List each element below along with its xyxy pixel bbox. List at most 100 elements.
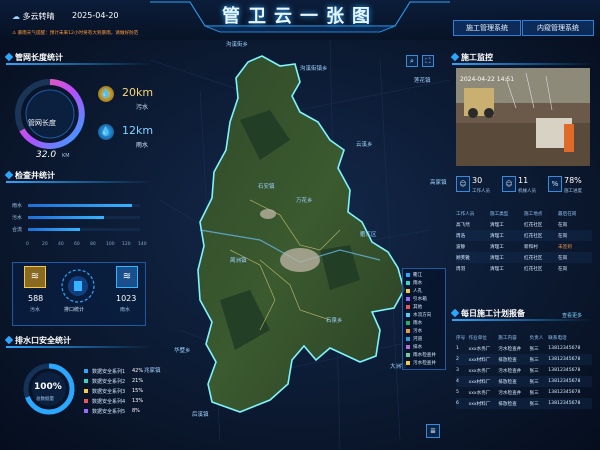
safety-item-pct: 21% (132, 378, 144, 384)
construction-monitor-title: 施工监控 (450, 52, 592, 65)
table-row[interactable]: 3 xxx水务厂 污水检查井 张三 13812345678 (456, 365, 592, 376)
table-row[interactable]: 波静 清理工 新和村 未签到 (456, 241, 592, 252)
percent-icon: % (548, 176, 562, 192)
table-cell: 张三 (529, 401, 539, 407)
weather-alert: ⚠ 暴雨天气提醒：预计未来12小时将有大到暴雨，请做好防范 (12, 31, 139, 36)
layers-icon[interactable]: ≣ (426, 424, 440, 438)
table-cell: 周浩 (456, 233, 466, 239)
fullscreen-icon[interactable]: ⛶ (422, 55, 434, 67)
view-more-link[interactable]: 查看更多 (562, 312, 582, 319)
safety-item-pct: 42% (132, 368, 144, 374)
axis-tick-label: 40 (58, 242, 64, 247)
safety-item-name: 数据安全系列1 (92, 369, 126, 375)
construction-stat-label: 工作人员 (472, 189, 490, 194)
legend-item-label: 水流方向 (413, 313, 432, 318)
plan-table-header: 作业单位 (468, 335, 487, 341)
legend-swatch (84, 379, 88, 383)
table-cell: 张三 (529, 390, 539, 396)
table-cell: 在岗 (558, 255, 568, 261)
legend-item-label: 排水 (413, 345, 423, 350)
legend-swatch (406, 321, 410, 325)
axis-tick-label: 120 (122, 242, 131, 247)
plan-table-header: 负责人 (529, 335, 544, 341)
construction-stat-value: 11 (518, 176, 529, 185)
legend-swatch (406, 273, 410, 277)
table-row[interactable]: 顾芙雅 清理工 红花社区 在岗 (456, 252, 592, 263)
table-cell: 张三 (529, 379, 539, 385)
date-text: 2025-04-20 (72, 11, 119, 20)
axis-tick-label: 140 (138, 242, 147, 247)
table-cell: 张三 (529, 357, 539, 363)
table-cell: xxx材料厂 (468, 401, 491, 407)
gauge-unit: KM (62, 153, 70, 159)
title-marker-icon (4, 335, 14, 345)
table-cell: xxx材料厂 (468, 379, 491, 385)
daily-plan-table: 序号 作业单位 施工内容 负责人 联系电话 1 xxx水务厂 污水检查井 张三 13812345… (456, 332, 592, 409)
weather-text: ☁ 多云转晴 (12, 11, 55, 22)
table-row[interactable]: 周浩 清理工 红花社区 在岗 (456, 230, 592, 241)
legend-item-label: 引水箱 (413, 297, 427, 302)
table-cell: 清理工 (490, 222, 504, 228)
legend-swatch (406, 297, 410, 301)
table-cell: 在岗 (558, 266, 568, 272)
map-place-label: 石安镇 (258, 184, 275, 190)
outfall-center-label: 排口统计 (64, 307, 85, 313)
rain-length-value: 12km (122, 124, 154, 137)
table-cell: 排放检查 (498, 357, 517, 363)
plan-table-header: 联系电话 (548, 335, 567, 341)
table-row[interactable]: 4 xxx材料厂 排放检查 张三 13812345678 (456, 376, 592, 387)
legend-swatch (84, 409, 88, 413)
table-cell: 清理工 (490, 233, 504, 239)
table-row[interactable]: 6 xxx材料厂 排放检查 张三 13812345678 (456, 398, 592, 409)
axis-tick-label: 80 (90, 242, 96, 247)
legend-swatch (406, 337, 410, 341)
legend-item-label: 人孔 (413, 289, 423, 294)
staff-table: 工作人员 施工类型 施工地点 最后在岗 高飞然 清理工 红花社区 在岗 周浩 清理工 红花社区 在岗… (456, 208, 592, 274)
map-place-label: 兆家镇 (144, 368, 161, 374)
well-bar (28, 204, 132, 207)
table-cell: 波静 (456, 244, 466, 250)
staff-table-header: 施工类型 (490, 211, 509, 217)
map-place-label: 石泉乡 (326, 318, 343, 324)
construction-stat-value: 30 (472, 176, 483, 185)
pipe-length-title: 管网长度统计 (4, 52, 152, 65)
ring-value: 100% (34, 382, 62, 392)
inspection-wells-title: 检查井统计 (4, 170, 152, 183)
table-cell: 2 (456, 357, 459, 362)
map-place-label: 衢江区 (360, 232, 377, 238)
table-cell: 红花社区 (524, 266, 543, 272)
weather-label: 多云转晴 (22, 12, 55, 21)
person-icon: ☺ (502, 176, 516, 192)
table-cell: 13812345678 (548, 390, 581, 395)
table-row[interactable]: 周羽 清理工 红花社区 在岗 (456, 263, 592, 274)
construction-system-button[interactable]: 施工管理系统 (453, 20, 521, 36)
table-row[interactable]: 高飞然 清理工 红花社区 在岗 (456, 219, 592, 230)
outfall-safety-title: 排水口安全统计 (4, 335, 152, 348)
axis-tick-label: 0 (26, 242, 29, 247)
table-row[interactable]: 2 xxx材料厂 排放检查 张三 13812345678 (456, 354, 592, 365)
table-row[interactable]: 5 xxx水务厂 污水检查井 张三 13812345678 (456, 387, 592, 398)
safety-item-name: 数据安全系列5 (92, 409, 126, 415)
construction-stat-label: 施工进度 (564, 189, 582, 194)
well-row-label: 合流 (12, 227, 23, 233)
endoscope-system-button[interactable]: 内窥管理系统 (522, 20, 594, 36)
rain-outfall-value: 1023 (116, 294, 137, 303)
legend-swatch (406, 353, 410, 357)
axis-tick-label: 100 (106, 242, 115, 247)
search-icon[interactable]: ⌕ (406, 55, 418, 67)
table-cell: 在岗 (558, 222, 568, 228)
map-place-label: 莲花镇 (414, 78, 431, 84)
camera-timestamp: 2024-04-22 14:51 (460, 76, 515, 83)
legend-item-label: 衢江 (413, 273, 423, 278)
safety-item-pct: 13% (132, 398, 144, 404)
gauge-label: 管网长度 (28, 119, 56, 127)
table-row[interactable]: 1 xxx水务厂 污水检查井 张三 13812345678 (456, 343, 592, 354)
staff-table-header: 工作人员 (456, 211, 475, 217)
table-cell: 清理工 (490, 255, 504, 261)
table-cell: 13812345678 (548, 346, 581, 351)
legend-swatch (406, 281, 410, 285)
person-icon: ☺ (456, 176, 470, 192)
title-marker-icon (450, 52, 460, 62)
rain-length-label: 雨水 (136, 142, 149, 149)
ring-label: 总数据量 (36, 397, 54, 402)
